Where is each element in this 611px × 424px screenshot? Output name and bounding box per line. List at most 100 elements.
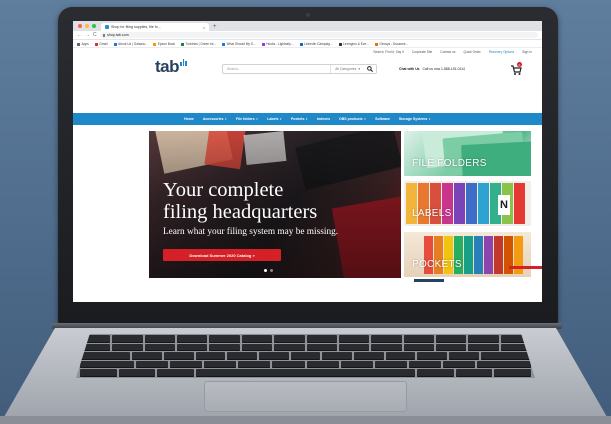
- keyboard-key: [468, 343, 499, 352]
- tile-file-folders[interactable]: FILE FOLDERS: [404, 131, 531, 176]
- nav-item-label: OBS products: [339, 117, 363, 121]
- keyboard-key: [157, 369, 194, 377]
- laptop-trackpad: [204, 381, 407, 412]
- bookmark-item[interactable]: Gmail: [94, 42, 108, 46]
- lock-icon: [102, 33, 106, 37]
- tile-label: LABELS: [412, 208, 452, 219]
- bookmark-item[interactable]: LinkedIn Campaig...: [299, 42, 333, 46]
- reload-button[interactable]: C: [93, 32, 97, 38]
- keyboard-key: [177, 343, 208, 352]
- tab-logo[interactable]: tab: [155, 58, 187, 75]
- tab-close-icon[interactable]: ×: [203, 25, 205, 30]
- keyboard-key: [209, 335, 240, 343]
- chat-link[interactable]: Chat with Us: [399, 67, 420, 71]
- chevron-down-icon: ▼: [279, 118, 282, 121]
- address-bar[interactable]: shop.tab.com: [99, 32, 538, 38]
- utility-link[interactable]: Search, Find it, Say it: [373, 50, 403, 54]
- bookmark-item[interactable]: Hooks - Lightstrip...: [261, 42, 294, 46]
- tile-labels[interactable]: N LABELS: [404, 181, 531, 226]
- keyboard-key: [476, 360, 531, 369]
- keyboard-key: [80, 360, 135, 369]
- call-link[interactable]: Call us now 1-888-191-0114: [423, 67, 465, 71]
- nav-item[interactable]: Software: [375, 117, 390, 121]
- carousel-dots: [264, 269, 273, 272]
- bookmark-item[interactable]: What Should My S...: [222, 42, 256, 46]
- bookmark-item[interactable]: Apps: [77, 42, 89, 46]
- hero-banner[interactable]: Your complete filing headquarters Learn …: [149, 131, 401, 278]
- nav-item[interactable]: Indexes: [317, 117, 330, 121]
- keyboard-key: [144, 335, 176, 343]
- keyboard-key: [354, 352, 384, 360]
- keyboard-key: [338, 335, 370, 343]
- tile-pockets[interactable]: POCKETS: [404, 232, 531, 277]
- keyboard-key: [118, 369, 156, 377]
- minimize-window-button[interactable]: [85, 24, 89, 28]
- nav-item[interactable]: Home: [184, 117, 194, 121]
- nav-item[interactable]: Accessories▼: [203, 117, 227, 121]
- nav-item[interactable]: Pockets▼: [291, 117, 308, 121]
- nav-item[interactable]: OBS products▼: [339, 117, 366, 121]
- keyboard-key: [177, 335, 208, 343]
- keyboard-key: [385, 352, 416, 360]
- back-button[interactable]: ←: [77, 32, 82, 38]
- keyboard-key: [195, 369, 416, 377]
- bookmark-item[interactable]: Lexington & Eve...: [338, 42, 369, 46]
- keyboard-row: [80, 360, 531, 369]
- utility-link[interactable]: Quick Order: [464, 50, 481, 54]
- browser-toolbar: ← → C shop.tab.com: [73, 31, 542, 40]
- utility-link[interactable]: Sign In: [522, 50, 532, 54]
- nav-item-label: Accessories: [202, 117, 224, 121]
- carousel-dot[interactable]: [264, 269, 267, 272]
- nav-item-label: Pockets: [290, 117, 305, 121]
- bookmark-favicon-icon: [180, 42, 184, 46]
- carousel-dot[interactable]: [270, 269, 273, 272]
- browser-tab[interactable]: Shop for filing supplies, file fo... ×: [101, 23, 209, 31]
- keyboard-key: [274, 335, 305, 343]
- maximize-window-button[interactable]: [92, 24, 96, 28]
- keyboard-key: [371, 343, 402, 352]
- keyboard-row: [80, 352, 532, 360]
- tile-folder-decoration: [454, 183, 465, 224]
- keyboard-key: [227, 352, 258, 360]
- bookmark-label: Lexington & Eve...: [343, 42, 369, 46]
- bookmark-item[interactable]: Geosys - Dussnes...: [374, 42, 408, 46]
- tab-title: Shop for filing supplies, file fo...: [111, 25, 161, 29]
- site-favicon-icon: [105, 25, 109, 29]
- nav-item[interactable]: Storage Systems▼: [399, 117, 431, 121]
- tile-pocket-decoration: [494, 236, 503, 274]
- keyboard-key: [403, 335, 434, 343]
- tile-folder-decoration: [514, 183, 525, 224]
- bookmark-item[interactable]: Epson Book: [153, 42, 175, 46]
- bookmark-favicon-icon: [261, 42, 265, 46]
- utility-link[interactable]: Contact us: [440, 50, 455, 54]
- close-window-button[interactable]: [78, 24, 82, 28]
- nav-item[interactable]: File folders▼: [236, 117, 258, 121]
- utility-link[interactable]: Corporate Site: [412, 50, 433, 54]
- nav-item-label: Software: [375, 117, 390, 121]
- utility-nav: Search, Find it, Say it Corporate Site Con…: [73, 49, 542, 55]
- keyboard-key: [408, 360, 441, 369]
- forward-button[interactable]: →: [85, 32, 90, 38]
- search-category-select[interactable]: All Categories ▾: [330, 65, 364, 73]
- bookmark-favicon-icon: [153, 42, 157, 46]
- browser-tab-bar: Shop for filing supplies, file fo... × +: [73, 21, 542, 31]
- bookmark-label: Gmail: [99, 42, 108, 46]
- search-input[interactable]: Search...: [223, 67, 330, 71]
- keyboard-key: [272, 360, 305, 369]
- utility-link[interactable]: Recovery Options: [489, 50, 514, 54]
- download-catalog-button[interactable]: Download Summer 2020 Catalog »: [163, 249, 281, 261]
- keyboard-key: [170, 360, 203, 369]
- keyboard-key: [112, 343, 143, 352]
- window-controls: [73, 24, 101, 31]
- keyboard-key: [209, 343, 240, 352]
- nav-item[interactable]: Labels▼: [267, 117, 282, 121]
- bookmark-label: Apps: [81, 42, 89, 46]
- keyboard-key: [306, 343, 337, 352]
- search-button[interactable]: [364, 65, 376, 73]
- keyboard-key: [371, 335, 402, 343]
- keyboard-key: [340, 360, 373, 369]
- bookmark-label: Hooks - Lightstrip...: [266, 42, 294, 46]
- bookmark-item[interactable]: About Us | Galaxia...: [113, 42, 147, 46]
- bookmark-item[interactable]: Turbines | Green ke...: [180, 42, 216, 46]
- new-tab-button[interactable]: +: [209, 24, 221, 31]
